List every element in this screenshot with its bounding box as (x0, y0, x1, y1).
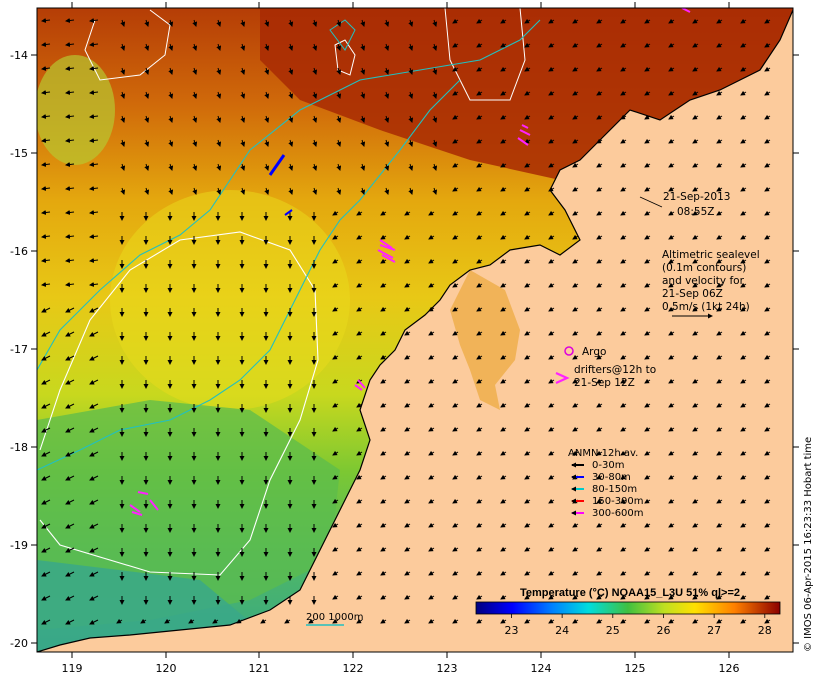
altimetry-line: 21-Sep 06Z (662, 288, 723, 300)
x-tick-label: 119 (62, 662, 83, 675)
anmn-item-label: 30-80m (592, 472, 631, 483)
drifters-line: 21-Sep 12Z (574, 377, 635, 389)
anmn-item-label: 300-600m (592, 508, 644, 519)
argo-label: Argo (582, 346, 606, 358)
drifters-line: drifters@12h to (574, 364, 656, 376)
y-tick-label: -19 (10, 539, 28, 552)
colorbar-tick-label: 27 (707, 624, 721, 637)
x-tick-label: 122 (343, 662, 364, 675)
y-tick-label: -20 (10, 637, 28, 650)
anmn-item-label: 80-150m (592, 484, 637, 495)
y-tick-label: -17 (10, 343, 28, 356)
altimetry-line: 0.5m/s (1kt 24h) (662, 301, 750, 313)
sst-map: 119 120 121 122 123 124 125 126 -14 -15 -16 -17 -18… (10, 2, 814, 675)
date-label: 21-Sep-2013 (663, 191, 730, 203)
x-tick-label: 124 (531, 662, 552, 675)
colorbar-tick-label: 23 (504, 624, 518, 637)
anmn-title: ANMN 12h av. (568, 448, 638, 459)
colorbar-tick-label: 26 (656, 624, 670, 637)
sst-field (37, 8, 793, 652)
anmn-item-label: 150-300m (592, 496, 644, 507)
bathy-label: 200 1000m (306, 612, 363, 623)
colorbar-tick-label: 24 (555, 624, 569, 637)
x-tick-label: 125 (625, 662, 646, 675)
x-tick-label: 121 (249, 662, 270, 675)
y-tick-label: -14 (10, 49, 28, 62)
altimetry-line: Altimetric sealevel (662, 249, 760, 261)
y-tick-label: -15 (10, 147, 28, 160)
x-tick-label: 120 (156, 662, 177, 675)
x-tick-label: 123 (437, 662, 458, 675)
time-label: 08:55Z (677, 206, 714, 218)
colorbar-title: Temperature (°C) NOAA15_L3U 51% ql>=2 (520, 587, 740, 599)
credit-text: © IMOS 06-Apr-2015 16:23:33 Hobart time (803, 437, 814, 652)
altimetry-line: and velocity for (662, 275, 745, 287)
anmn-item-label: 0-30m (592, 460, 624, 471)
colorbar-gradient (475, 601, 781, 615)
x-tick-label: 126 (719, 662, 740, 675)
colorbar-tick-label: 28 (758, 624, 772, 637)
y-tick-label: -18 (10, 441, 28, 454)
colorbar-tick-label: 25 (606, 624, 620, 637)
y-tick-label: -16 (10, 245, 28, 258)
altimetry-line: (0.1m contours) (662, 262, 746, 274)
